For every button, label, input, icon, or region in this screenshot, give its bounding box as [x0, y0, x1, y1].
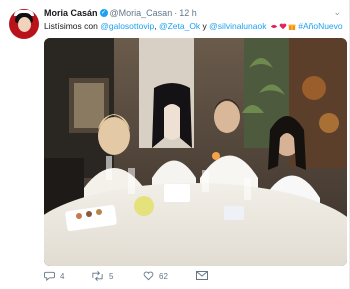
mention-link[interactable]: @silvinalunaok: [209, 21, 266, 31]
tweet-photo[interactable]: [44, 38, 347, 266]
tweet-text: Listísimos con @galosottovip, @Zeta_Ok y…: [44, 21, 343, 31]
tweet-text-lead: Listísimos con: [44, 21, 101, 31]
handle[interactable]: @Moria_Casan: [110, 8, 173, 18]
like-count: 62: [159, 271, 168, 281]
hashtag-link[interactable]: #AñoNuevo: [298, 21, 342, 31]
envelope-icon: [196, 271, 208, 280]
mention-link[interactable]: @Zeta_Ok: [159, 21, 200, 31]
like-action[interactable]: 62: [143, 271, 168, 281]
heart-icon: [279, 23, 287, 30]
retweet-action[interactable]: 5: [91, 271, 113, 281]
verified-icon: ✓: [99, 9, 108, 17]
timestamp[interactable]: 12 h: [179, 8, 197, 18]
heart-outline-icon: [143, 271, 154, 281]
tweet-text-joiner: y: [200, 21, 210, 31]
mention-link[interactable]: @galosottovip: [100, 21, 154, 31]
tweet-card[interactable]: Moria Casán ✓ @Moria_Casan · 12 h ⌄ List…: [0, 0, 350, 289]
avatar[interactable]: [9, 9, 39, 39]
gift-icon: [288, 24, 296, 31]
reply-count: 4: [60, 271, 65, 281]
reply-icon: [44, 271, 55, 281]
avatar-face: [18, 17, 31, 32]
display-name[interactable]: Moria Casán: [44, 8, 98, 18]
retweet-count: 5: [109, 271, 114, 281]
retweet-icon: [92, 271, 103, 281]
separator: ·: [174, 8, 178, 18]
direct-message-action[interactable]: [196, 271, 213, 280]
tweet-header: Moria Casán ✓ @Moria_Casan · 12 h: [44, 8, 197, 18]
kiss-mark-icon: [270, 25, 278, 29]
reply-action[interactable]: 4: [44, 271, 64, 281]
chevron-down-icon[interactable]: ⌄: [333, 7, 341, 18]
tweet-actions: 4 5 62: [44, 271, 344, 285]
